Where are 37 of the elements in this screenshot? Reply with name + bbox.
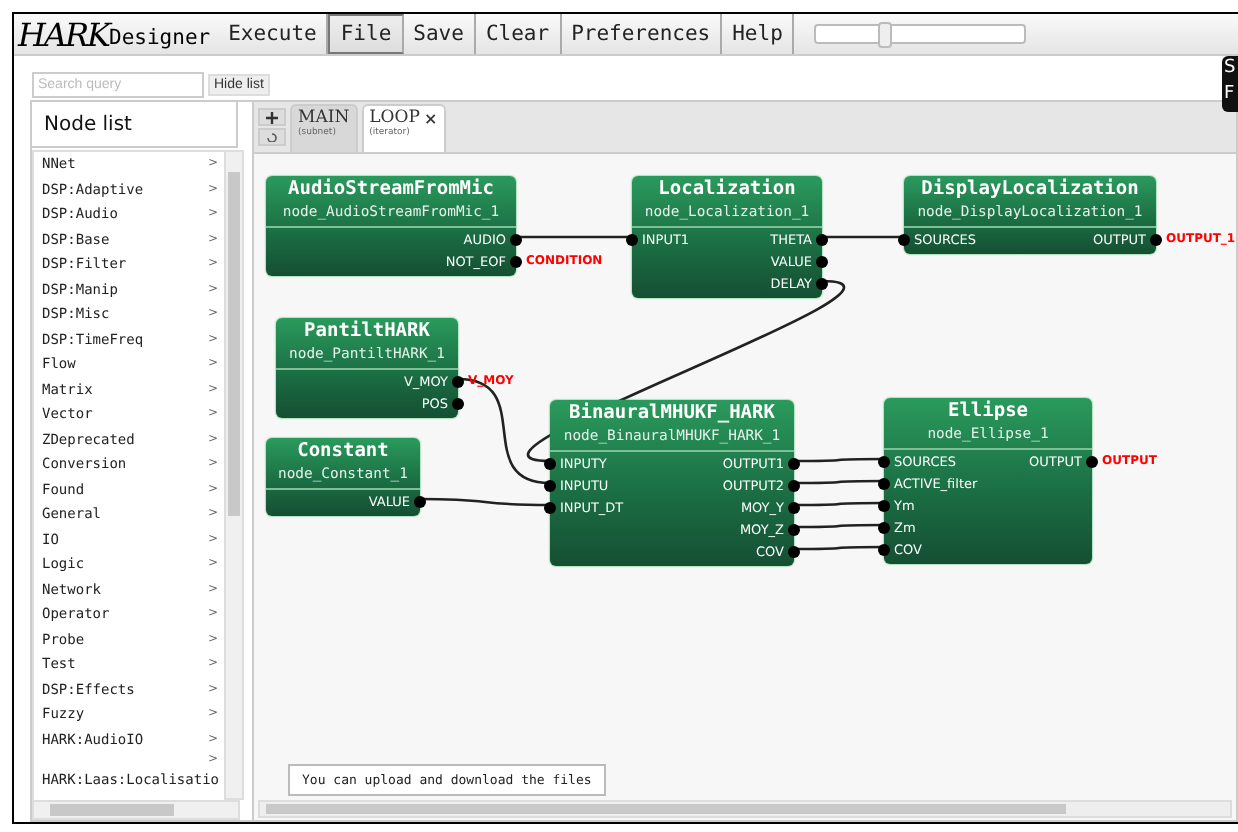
connector-line	[420, 497, 550, 507]
node-title: BinauralMHUKF_HARK	[569, 400, 775, 426]
app-name: Designer	[109, 26, 211, 54]
connector-line	[794, 523, 884, 529]
vertical-scrollbar[interactable]	[224, 150, 244, 800]
menu-button[interactable]: Save	[403, 14, 476, 54]
node-title: Localization	[658, 176, 796, 202]
connector-line	[794, 545, 884, 551]
connector-line	[516, 235, 632, 239]
menu-button[interactable]: Help	[722, 14, 795, 54]
horizontal-scrollbar[interactable]	[258, 800, 1232, 818]
plus-icon	[266, 111, 278, 123]
hark-logo: HARK	[18, 18, 110, 54]
menu-button[interactable]: Preferences	[561, 14, 723, 54]
horizontal-scrollbar[interactable]	[32, 800, 240, 820]
connector-line	[822, 235, 904, 239]
port-icon[interactable]	[1150, 233, 1162, 245]
zoom-slider[interactable]	[814, 24, 1027, 44]
side-panel-tab[interactable]: S F	[1222, 56, 1238, 112]
refresh-icon	[266, 132, 278, 142]
node-title: Constant	[297, 438, 389, 464]
refresh-button[interactable]	[258, 128, 286, 146]
slider-handle[interactable]	[877, 22, 892, 48]
node-title: AudioStreamFromMic	[288, 176, 494, 202]
port-icon[interactable]	[414, 495, 426, 507]
connector-line	[794, 479, 884, 485]
menu-button[interactable]: File	[328, 14, 404, 54]
node-title: Ellipse	[947, 398, 1029, 424]
port-icon[interactable]	[1086, 455, 1098, 467]
connector-line	[794, 501, 884, 507]
node-list-title: Node list	[32, 102, 238, 148]
add-tab-button[interactable]	[258, 108, 286, 126]
node-title: PantiltHARK	[304, 318, 430, 344]
port-icon[interactable]	[898, 233, 910, 245]
port-icon[interactable]	[626, 233, 638, 245]
menu-button[interactable]: Clear	[475, 14, 562, 54]
node-title: DisplayLocalization	[921, 176, 1139, 202]
